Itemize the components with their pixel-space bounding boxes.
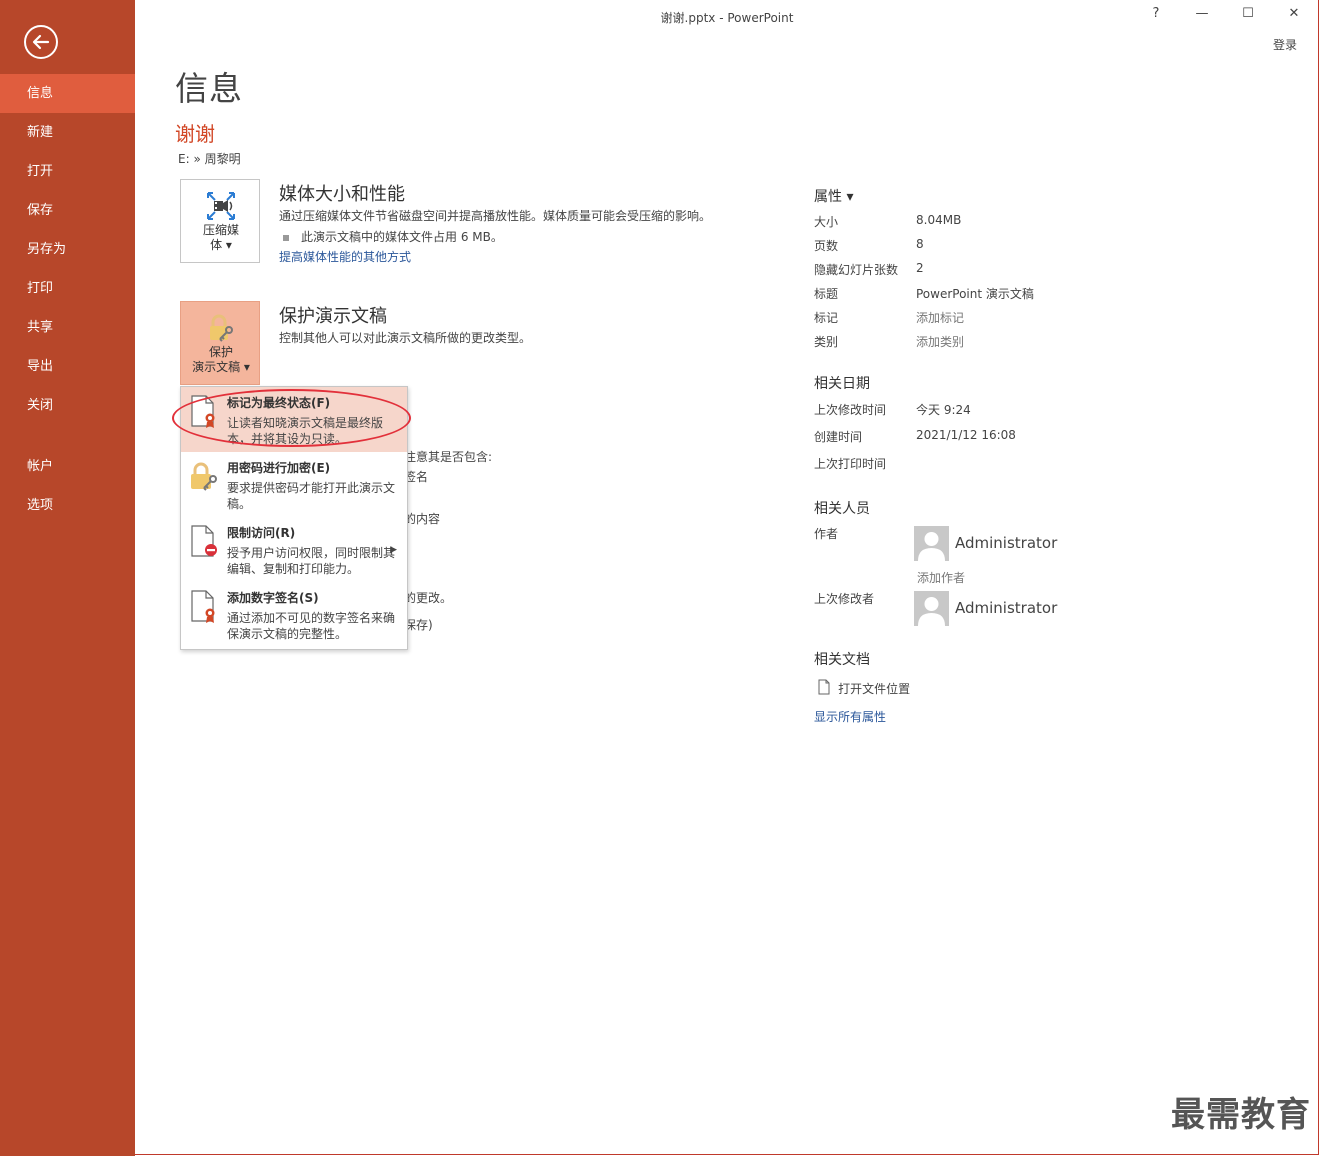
last-modifier-label: 上次修改者 bbox=[814, 592, 875, 606]
nav-save[interactable]: 保存 bbox=[0, 191, 135, 230]
nav-new[interactable]: 新建 bbox=[0, 113, 135, 152]
compress-media-label-2: 体 ▾ bbox=[210, 238, 232, 252]
date-label-created: 创建时间 bbox=[814, 430, 863, 444]
submenu-arrow-icon: ▶ bbox=[390, 545, 397, 555]
show-all-properties-link[interactable]: 显示所有属性 bbox=[814, 708, 886, 725]
prop-label-tags: 标记 bbox=[814, 311, 839, 325]
menu-mark-as-final[interactable]: 标记为最终状态(F) 让读者知晓演示文稿是最终版本，并将其设为只读。 bbox=[181, 387, 407, 452]
prop-label-category: 类别 bbox=[814, 335, 839, 349]
minimize-button[interactable]: — bbox=[1187, 6, 1217, 28]
versions-save-partial: 保存) bbox=[404, 618, 433, 632]
menu-encrypt-desc: 要求提供密码才能打开此演示文稿。 bbox=[227, 481, 396, 511]
nav-options[interactable]: 选项 bbox=[0, 486, 135, 525]
menu-restrict-desc: 授予用户访问权限，同时限制其编辑、复制和打印能力。 bbox=[227, 546, 396, 576]
compress-media-button[interactable]: 压缩媒 体 ▾ bbox=[180, 179, 260, 263]
date-label-printed: 上次打印时间 bbox=[814, 457, 887, 471]
modifier-name[interactable]: Administrator bbox=[955, 599, 1057, 617]
nav-separator bbox=[0, 425, 135, 447]
menu-encrypt-title: 用密码进行加密(E) bbox=[227, 461, 331, 475]
prop-value-title[interactable]: PowerPoint 演示文稿 bbox=[916, 285, 1034, 302]
media-description: 通过压缩媒体文件节省磁盘空间并提高播放性能。媒体质量可能会受压缩的影响。 bbox=[279, 209, 712, 223]
properties-heading[interactable]: 属性 ▾ bbox=[814, 186, 853, 206]
inspect-content-partial: 的内容 bbox=[404, 512, 441, 526]
login-link[interactable]: 登录 bbox=[1273, 36, 1297, 53]
menu-signature-title: 添加数字签名(S) bbox=[227, 591, 319, 605]
add-author-link[interactable]: 添加作者 bbox=[917, 569, 965, 586]
back-arrow-icon[interactable] bbox=[24, 25, 58, 59]
maximize-button[interactable]: ☐ bbox=[1233, 6, 1263, 28]
media-bullet-text: 此演示文稿中的媒体文件占用 6 MB。 bbox=[301, 230, 503, 244]
menu-mark-as-final-title: 标记为最终状态(F) bbox=[227, 396, 331, 410]
prop-label-title: 标题 bbox=[814, 287, 839, 301]
close-button[interactable]: ✕ bbox=[1279, 6, 1309, 28]
help-button[interactable]: ? bbox=[1141, 6, 1171, 28]
prop-label-pages: 页数 bbox=[814, 239, 839, 253]
nav-account[interactable]: 帐户 bbox=[0, 447, 135, 486]
prop-value-tags[interactable]: 添加标记 bbox=[916, 309, 964, 326]
lock-key-icon bbox=[205, 312, 237, 348]
document-name: 谢谢 bbox=[175, 122, 215, 146]
prop-value-hidden-slides: 2 bbox=[916, 261, 924, 275]
compress-media-label-1: 压缩媒 bbox=[202, 223, 239, 237]
menu-mark-as-final-desc: 让读者知晓演示文稿是最终版本，并将其设为只读。 bbox=[227, 416, 384, 446]
prop-value-pages: 8 bbox=[916, 237, 924, 251]
menu-restrict-title: 限制访问(R) bbox=[227, 526, 296, 540]
nav-export[interactable]: 导出 bbox=[0, 347, 135, 386]
open-file-location[interactable]: 打开文件位置 bbox=[818, 678, 910, 699]
modifier-avatar-icon bbox=[914, 591, 949, 626]
author-label: 作者 bbox=[814, 527, 839, 541]
media-heading: 媒体大小和性能 bbox=[279, 184, 405, 205]
nav-print[interactable]: 打印 bbox=[0, 269, 135, 308]
people-heading: 相关人员 bbox=[814, 501, 870, 517]
author-name[interactable]: Administrator bbox=[955, 534, 1057, 552]
protect-label-1: 保护 bbox=[208, 345, 233, 359]
protect-dropdown-menu: 标记为最终状态(F) 让读者知晓演示文稿是最终版本，并将其设为只读。 用密码进行… bbox=[180, 386, 408, 650]
signature-document-icon bbox=[189, 590, 219, 628]
nav-open[interactable]: 打开 bbox=[0, 152, 135, 191]
prop-value-category[interactable]: 添加类别 bbox=[916, 333, 964, 350]
watermark-text: 最需教育 bbox=[1171, 1095, 1311, 1135]
nav-share[interactable]: 共享 bbox=[0, 308, 135, 347]
protect-description: 控制其他人可以对此演示文稿所做的更改类型。 bbox=[279, 331, 532, 345]
date-value-created: 2021/1/12 16:08 bbox=[916, 428, 1016, 442]
title-bar: 谢谢.pptx - PowerPoint ? — ☐ ✕ bbox=[135, 0, 1319, 34]
open-file-location-label: 打开文件位置 bbox=[838, 682, 911, 696]
protect-heading: 保护演示文稿 bbox=[279, 306, 387, 327]
author-avatar-icon bbox=[914, 526, 949, 561]
bullet-square-icon bbox=[283, 234, 289, 241]
menu-signature-desc: 通过添加不可见的数字签名来确保演示文稿的完整性。 bbox=[227, 611, 396, 641]
prop-value-size: 8.04MB bbox=[916, 213, 962, 227]
menu-encrypt-with-password[interactable]: 用密码进行加密(E) 要求提供密码才能打开此演示文稿。 bbox=[181, 452, 407, 517]
media-performance-link[interactable]: 提高媒体性能的其他方式 bbox=[279, 248, 411, 265]
date-value-modified: 今天 9:24 bbox=[916, 403, 971, 417]
backstage-sidebar: 信息 新建 打开 保存 另存为 打印 共享 导出 关闭 帐户 选项 bbox=[0, 0, 135, 1156]
media-bullet: 此演示文稿中的媒体文件占用 6 MB。 bbox=[283, 228, 503, 245]
dates-heading: 相关日期 bbox=[814, 376, 870, 392]
restricted-document-icon bbox=[189, 525, 219, 563]
file-icon bbox=[818, 679, 830, 699]
protect-presentation-button[interactable]: 保护 演示文稿 ▾ bbox=[180, 301, 260, 385]
nav-close[interactable]: 关闭 bbox=[0, 386, 135, 425]
final-document-icon bbox=[189, 395, 219, 433]
inspect-text-partial: 注意其是否包含: bbox=[404, 450, 493, 464]
date-label-modified: 上次修改时间 bbox=[814, 403, 887, 417]
compress-media-icon bbox=[205, 190, 237, 226]
page-title: 信息 bbox=[175, 69, 243, 108]
nav-save-as[interactable]: 另存为 bbox=[0, 230, 135, 269]
menu-restrict-access[interactable]: 限制访问(R) 授予用户访问权限，同时限制其编辑、复制和打印能力。 ▶ bbox=[181, 517, 407, 582]
versions-changes-partial: 的更改。 bbox=[404, 591, 453, 605]
prop-label-size: 大小 bbox=[814, 215, 839, 229]
lock-key-icon bbox=[189, 460, 219, 498]
document-path[interactable]: E: » 周黎明 bbox=[178, 150, 241, 167]
prop-label-hidden-slides: 隐藏幻灯片张数 bbox=[814, 263, 899, 277]
protect-label-2: 演示文稿 ▾ bbox=[192, 360, 250, 374]
backstage-nav: 信息 新建 打开 保存 另存为 打印 共享 导出 关闭 帐户 选项 bbox=[0, 74, 135, 525]
related-docs-heading: 相关文档 bbox=[814, 652, 870, 668]
menu-add-digital-signature[interactable]: 添加数字签名(S) 通过添加不可见的数字签名来确保演示文稿的完整性。 bbox=[181, 582, 407, 647]
nav-info[interactable]: 信息 bbox=[0, 74, 135, 113]
